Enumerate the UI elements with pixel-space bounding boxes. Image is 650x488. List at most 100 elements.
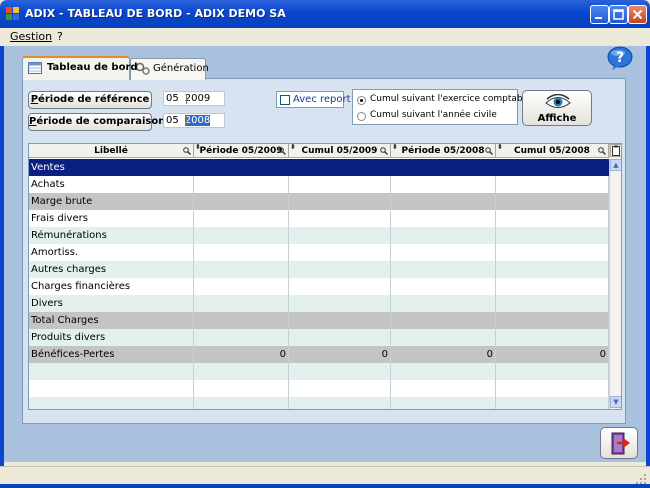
scroll-up-button[interactable]: ▲ — [610, 159, 621, 171]
row-value-cell[interactable] — [496, 227, 609, 244]
row-value-cell[interactable] — [496, 397, 609, 409]
table-row[interactable]: Divers — [29, 295, 609, 312]
row-value-cell[interactable] — [194, 397, 289, 409]
row-label-cell[interactable]: Achats — [29, 176, 194, 193]
row-value-cell[interactable]: 0 — [496, 346, 609, 363]
table-row[interactable]: Total Charges — [29, 312, 609, 329]
row-value-cell[interactable] — [391, 380, 496, 397]
row-value-cell[interactable] — [194, 193, 289, 210]
row-label-cell[interactable]: Marge brute — [29, 193, 194, 210]
table-row[interactable]: Autres charges — [29, 261, 609, 278]
row-value-cell[interactable] — [289, 363, 391, 380]
column-header-periode-2008[interactable]: ⬍ Période 05/2008 — [391, 144, 496, 158]
row-value-cell[interactable] — [194, 227, 289, 244]
row-value-cell[interactable] — [391, 397, 496, 409]
reference-period-field[interactable]: 05 2009 — [163, 91, 225, 106]
row-label-cell[interactable] — [29, 380, 194, 397]
magnifier-icon[interactable] — [598, 147, 606, 155]
avec-report-option[interactable]: Avec report — [276, 91, 351, 108]
row-label-cell[interactable]: Amortiss. — [29, 244, 194, 261]
row-value-cell[interactable] — [289, 193, 391, 210]
row-value-cell[interactable] — [289, 312, 391, 329]
row-value-cell[interactable] — [391, 176, 496, 193]
magnifier-icon[interactable] — [380, 147, 388, 155]
table-row[interactable]: Bénéfices-Pertes 0 0 0 0 — [29, 346, 609, 363]
row-value-cell[interactable] — [289, 261, 391, 278]
row-value-cell[interactable] — [496, 193, 609, 210]
row-value-cell[interactable] — [289, 227, 391, 244]
row-value-cell[interactable] — [391, 193, 496, 210]
row-value-cell[interactable] — [289, 380, 391, 397]
menu-help[interactable]: ? — [57, 30, 63, 43]
row-value-cell[interactable] — [496, 210, 609, 227]
row-value-cell[interactable] — [194, 244, 289, 261]
radio-annee-civile[interactable] — [357, 112, 366, 121]
row-value-cell[interactable] — [194, 312, 289, 329]
row-value-cell[interactable] — [391, 278, 496, 295]
row-value-cell[interactable] — [194, 363, 289, 380]
row-value-cell[interactable] — [496, 363, 609, 380]
tab-generation[interactable]: Génération — [130, 58, 209, 80]
row-value-cell[interactable] — [391, 244, 496, 261]
scroll-down-button[interactable]: ▼ — [610, 396, 621, 408]
row-label-cell[interactable]: Autres charges — [29, 261, 194, 278]
row-label-cell[interactable]: Produits divers — [29, 329, 194, 346]
column-header-libelle[interactable]: Libellé — [29, 144, 194, 158]
row-value-cell[interactable]: 0 — [391, 346, 496, 363]
row-value-cell[interactable] — [289, 244, 391, 261]
row-value-cell[interactable] — [496, 159, 609, 176]
row-value-cell[interactable] — [496, 278, 609, 295]
row-value-cell[interactable] — [194, 159, 289, 176]
row-value-cell[interactable] — [496, 329, 609, 346]
radio-exercice-comptable[interactable] — [357, 96, 366, 105]
adix-app-icon[interactable] — [6, 7, 20, 21]
table-row[interactable]: Charges financières — [29, 278, 609, 295]
menu-gestion[interactable]: Gestion — [10, 30, 52, 43]
row-value-cell[interactable] — [391, 312, 496, 329]
magnifier-icon[interactable] — [278, 147, 286, 155]
exit-button[interactable] — [600, 427, 638, 459]
row-value-cell[interactable]: 0 — [289, 346, 391, 363]
row-value-cell[interactable] — [289, 210, 391, 227]
magnifier-icon[interactable] — [183, 147, 191, 155]
row-label-cell[interactable]: Ventes — [29, 159, 194, 176]
row-value-cell[interactable] — [194, 278, 289, 295]
row-label-cell[interactable]: Total Charges — [29, 312, 194, 329]
row-label-cell[interactable]: Bénéfices-Pertes — [29, 346, 194, 363]
row-value-cell[interactable] — [289, 295, 391, 312]
row-value-cell[interactable] — [289, 397, 391, 409]
row-value-cell[interactable] — [289, 278, 391, 295]
table-row[interactable]: Achats — [29, 176, 609, 193]
periode-reference-button[interactable]: Période de référence — [28, 91, 152, 109]
row-value-cell[interactable] — [496, 380, 609, 397]
row-value-cell[interactable] — [496, 295, 609, 312]
table-row[interactable] — [29, 380, 609, 397]
table-row[interactable] — [29, 397, 609, 409]
row-value-cell[interactable] — [496, 176, 609, 193]
column-header-cumul-2009[interactable]: ⬍ Cumul 05/2009 — [289, 144, 391, 158]
row-label-cell[interactable] — [29, 397, 194, 409]
table-row[interactable]: Marge brute — [29, 193, 609, 210]
row-value-cell[interactable] — [496, 244, 609, 261]
row-value-cell[interactable] — [391, 329, 496, 346]
row-value-cell[interactable] — [194, 176, 289, 193]
row-value-cell[interactable]: 0 — [194, 346, 289, 363]
row-value-cell[interactable] — [391, 159, 496, 176]
row-value-cell[interactable] — [289, 159, 391, 176]
table-row[interactable]: Frais divers — [29, 210, 609, 227]
row-value-cell[interactable] — [391, 210, 496, 227]
table-row[interactable]: Produits divers — [29, 329, 609, 346]
table-row[interactable]: Amortiss. — [29, 244, 609, 261]
affiche-button[interactable]: Affiche — [522, 90, 592, 126]
row-label-cell[interactable]: Charges financières — [29, 278, 194, 295]
tab-tableau-de-bord[interactable]: Tableau de bord — [22, 56, 138, 80]
row-label-cell[interactable]: Rémunérations — [29, 227, 194, 244]
table-row[interactable]: Ventes — [29, 159, 609, 176]
row-label-cell[interactable]: Frais divers — [29, 210, 194, 227]
table-row[interactable]: Rémunérations — [29, 227, 609, 244]
row-value-cell[interactable] — [194, 329, 289, 346]
row-value-cell[interactable] — [391, 295, 496, 312]
row-value-cell[interactable] — [194, 380, 289, 397]
row-value-cell[interactable] — [391, 227, 496, 244]
row-value-cell[interactable] — [194, 210, 289, 227]
